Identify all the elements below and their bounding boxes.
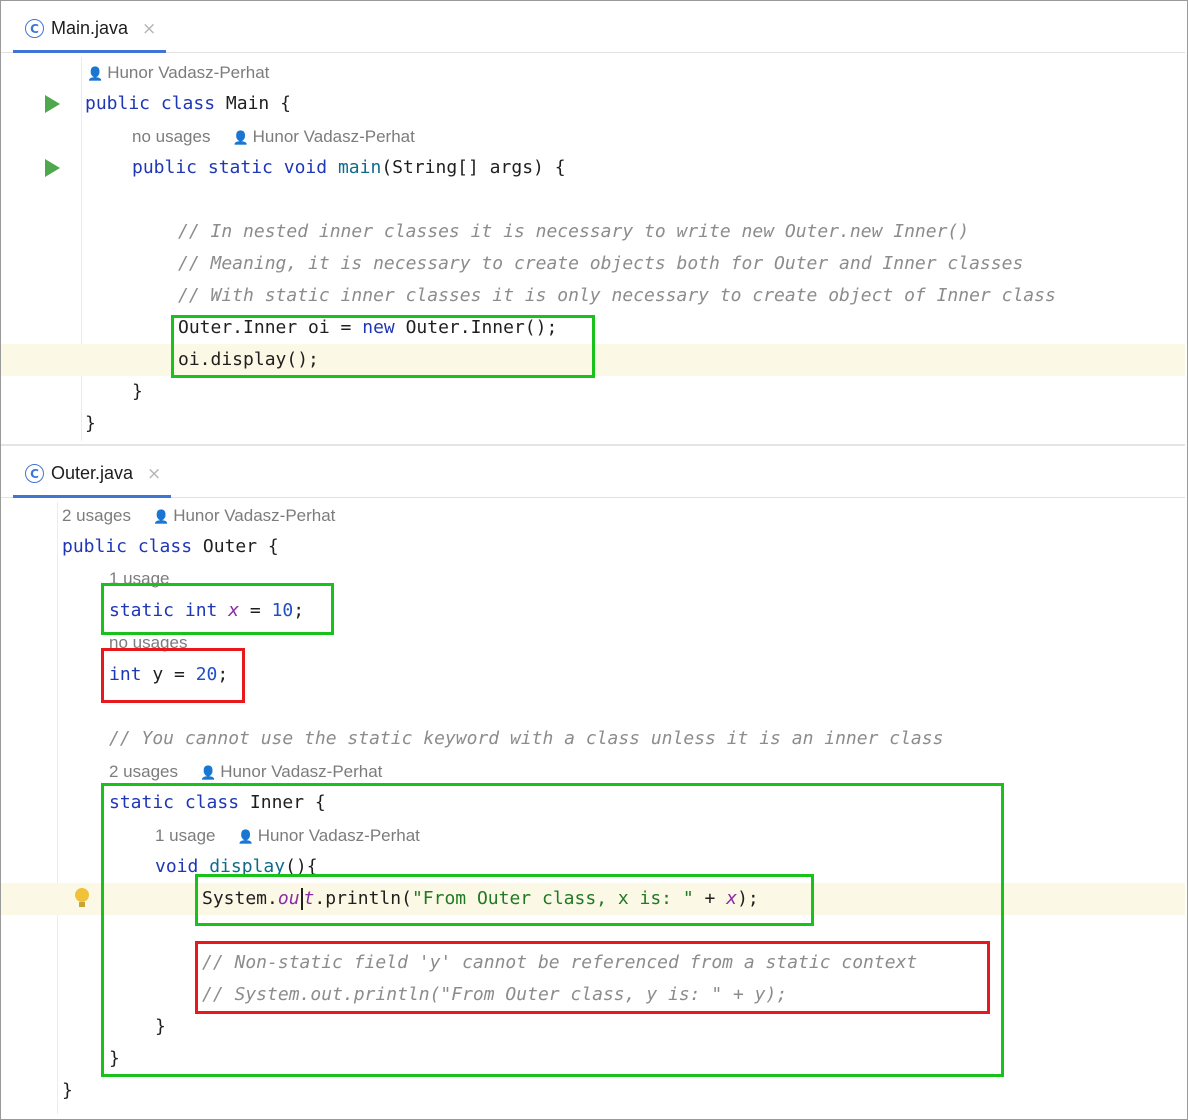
code-line-close-brace[interactable]: } (1, 1075, 1185, 1107)
usage-hint[interactable]: 1 usage (1, 563, 1185, 595)
usage-hint[interactable]: 1 usage 👤 Hunor Vadasz-Perhat (1, 820, 1185, 852)
code-line-close-brace[interactable]: } (1, 1011, 1185, 1043)
close-icon[interactable]: × (147, 464, 161, 484)
code-line-close-brace[interactable]: } (1, 1043, 1185, 1075)
usage-hint[interactable]: 2 usages 👤 Hunor Vadasz-Perhat (1, 756, 1185, 788)
tab-main-java[interactable]: C Main.java × (13, 11, 167, 53)
code-line-main-method[interactable]: public static void main(String[] args) { (1, 152, 1185, 184)
main-tab-bar: C Main.java × (1, 1, 1185, 53)
code-line-comment[interactable]: // System.out.println("From Outer class,… (1, 979, 1185, 1011)
code-line-call-display[interactable]: oi.display(); (1, 344, 1185, 376)
code-line-println-x[interactable]: System.ou t.println("From Outer class, x … (1, 883, 1185, 915)
person-icon: 👤 (153, 509, 170, 524)
code-line-comment[interactable]: // Non-static field 'y' cannot be refere… (1, 947, 1185, 979)
code-line-comment[interactable]: // Meaning, it is necessary to create ob… (1, 248, 1185, 280)
author-hint[interactable]: 👤 Hunor Vadasz-Perhat (1, 57, 1185, 89)
code-line-class-main[interactable]: public class Main { (1, 88, 1185, 120)
code-line-class-outer[interactable]: public class Outer { (1, 531, 1185, 563)
main-java-editor-pane: C Main.java × 👤 Hunor Vadasz-Perhat publi… (1, 1, 1185, 445)
class-c-icon: C (25, 464, 44, 483)
tab-label: Main.java (51, 18, 129, 38)
outer-tab-bar: C Outer.java × (1, 446, 1185, 498)
code-line-display-method[interactable]: void display(){ (1, 851, 1185, 883)
person-icon: 👤 (87, 66, 104, 81)
usage-hint[interactable]: no usages 👤 Hunor Vadasz-Perhat (1, 121, 1185, 153)
person-icon: 👤 (200, 765, 217, 780)
usage-hint[interactable]: 2 usages 👤 Hunor Vadasz-Perhat (1, 500, 1185, 532)
code-line-field-x[interactable]: static int x = 10; (1, 595, 1185, 627)
usage-hint[interactable]: no usages (1, 627, 1185, 659)
code-line-create-inner[interactable]: Outer.Inner oi = new Outer.Inner(); (1, 312, 1185, 344)
person-icon: 👤 (237, 829, 254, 844)
code-line-close-brace[interactable]: } (1, 408, 1185, 440)
tab-outer-java[interactable]: C Outer.java × (13, 456, 172, 498)
close-icon[interactable]: × (142, 19, 156, 39)
code-line-field-y[interactable]: int y = 20; (1, 659, 1185, 691)
outer-java-editor-pane: C Outer.java × 2 usages 👤 Hunor Vadasz-Per… (1, 446, 1185, 1118)
code-line-class-inner[interactable]: static class Inner { (1, 787, 1185, 819)
text-caret (300, 888, 303, 910)
code-line-comment[interactable]: // You cannot use the static keyword wit… (1, 723, 1185, 755)
tab-label: Outer.java (51, 463, 134, 483)
code-line-comment[interactable]: // With static inner classes it is only … (1, 280, 1185, 312)
class-c-icon: C (25, 19, 44, 38)
code-line-comment[interactable]: // In nested inner classes it is necessa… (1, 216, 1185, 248)
person-icon: 👤 (232, 130, 249, 145)
code-line-close-brace[interactable]: } (1, 376, 1185, 408)
